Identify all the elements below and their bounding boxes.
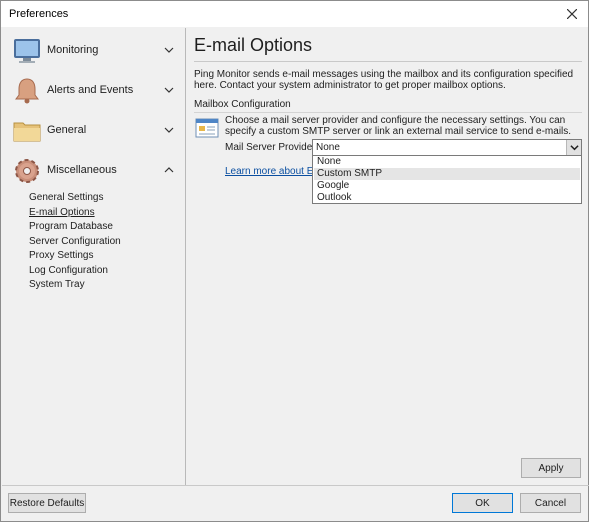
chevron-down-icon bbox=[164, 47, 174, 53]
provider-selected-value: None bbox=[316, 142, 340, 153]
preferences-window: Preferences Monitoring Alerts and Events… bbox=[0, 0, 589, 522]
sidebar-item-system-tray[interactable]: System Tray bbox=[29, 278, 121, 293]
sidebar-category-label: Alerts and Events bbox=[47, 84, 134, 96]
dropdown-option-google[interactable]: Google bbox=[314, 180, 580, 192]
sidebar-category-label: Miscellaneous bbox=[47, 164, 117, 176]
sidebar-item-general-settings[interactable]: General Settings bbox=[29, 191, 121, 206]
dropdown-option-custom-smtp[interactable]: Custom SMTP bbox=[314, 168, 580, 180]
chevron-down-icon bbox=[164, 87, 174, 93]
sidebar-item-email-options[interactable]: E-mail Options bbox=[29, 206, 121, 221]
sidebar-item-program-database[interactable]: Program Database bbox=[29, 220, 121, 235]
ok-button[interactable]: OK bbox=[452, 493, 513, 513]
footer-divider bbox=[2, 485, 589, 486]
dropdown-option-none[interactable]: None bbox=[314, 156, 580, 168]
sidebar-category-monitoring[interactable]: Monitoring bbox=[2, 31, 186, 71]
sidebar: Monitoring Alerts and Events General Mis… bbox=[2, 28, 186, 485]
cancel-button[interactable]: Cancel bbox=[520, 493, 581, 513]
dropdown-button[interactable] bbox=[566, 140, 581, 155]
page-title: E-mail Options bbox=[194, 35, 313, 55]
title-divider bbox=[194, 61, 582, 62]
page-description: Ping Monitor sends e-mail messages using… bbox=[194, 69, 574, 91]
sidebar-item-log-configuration[interactable]: Log Configuration bbox=[29, 264, 121, 279]
chevron-down-icon bbox=[569, 145, 579, 151]
restore-defaults-button[interactable]: Restore Defaults bbox=[8, 493, 86, 513]
content-pane: E-mail Options Ping Monitor sends e-mail… bbox=[187, 28, 588, 485]
mailbox-description: Choose a mail server provider and config… bbox=[225, 115, 572, 137]
learn-more-link[interactable]: Learn more about E-m bbox=[225, 166, 312, 177]
sidebar-category-label: General bbox=[47, 124, 87, 136]
provider-label: Mail Server Provider: bbox=[225, 142, 319, 153]
sidebar-category-alerts[interactable]: Alerts and Events bbox=[2, 71, 186, 111]
title-bar: Preferences bbox=[1, 1, 588, 27]
sidebar-category-general[interactable]: General bbox=[2, 111, 186, 151]
bell-icon bbox=[11, 75, 43, 107]
monitor-icon bbox=[11, 35, 43, 67]
gear-icon bbox=[11, 155, 43, 187]
sidebar-item-server-configuration[interactable]: Server Configuration bbox=[29, 235, 121, 250]
sidebar-category-label: Monitoring bbox=[47, 44, 99, 56]
section-title: Mailbox Configuration bbox=[194, 99, 291, 110]
close-button[interactable] bbox=[558, 1, 586, 27]
chevron-down-icon bbox=[164, 127, 174, 133]
sidebar-item-proxy-settings[interactable]: Proxy Settings bbox=[29, 249, 121, 264]
sidebar-category-miscellaneous[interactable]: Miscellaneous bbox=[2, 151, 186, 191]
close-icon bbox=[567, 9, 577, 19]
provider-dropdown-list: None Custom SMTP Google Outlook bbox=[312, 155, 582, 204]
apply-button[interactable]: Apply bbox=[521, 458, 581, 478]
dropdown-option-outlook[interactable]: Outlook bbox=[314, 192, 580, 204]
folder-icon bbox=[11, 115, 43, 147]
mail-server-provider-select[interactable]: None bbox=[312, 139, 582, 156]
miscellaneous-subitems: General Settings E-mail Options Program … bbox=[29, 191, 121, 293]
window-title: Preferences bbox=[9, 8, 69, 20]
mailbox-icon bbox=[195, 116, 219, 140]
chevron-up-icon bbox=[164, 167, 174, 173]
section-divider bbox=[194, 112, 582, 113]
